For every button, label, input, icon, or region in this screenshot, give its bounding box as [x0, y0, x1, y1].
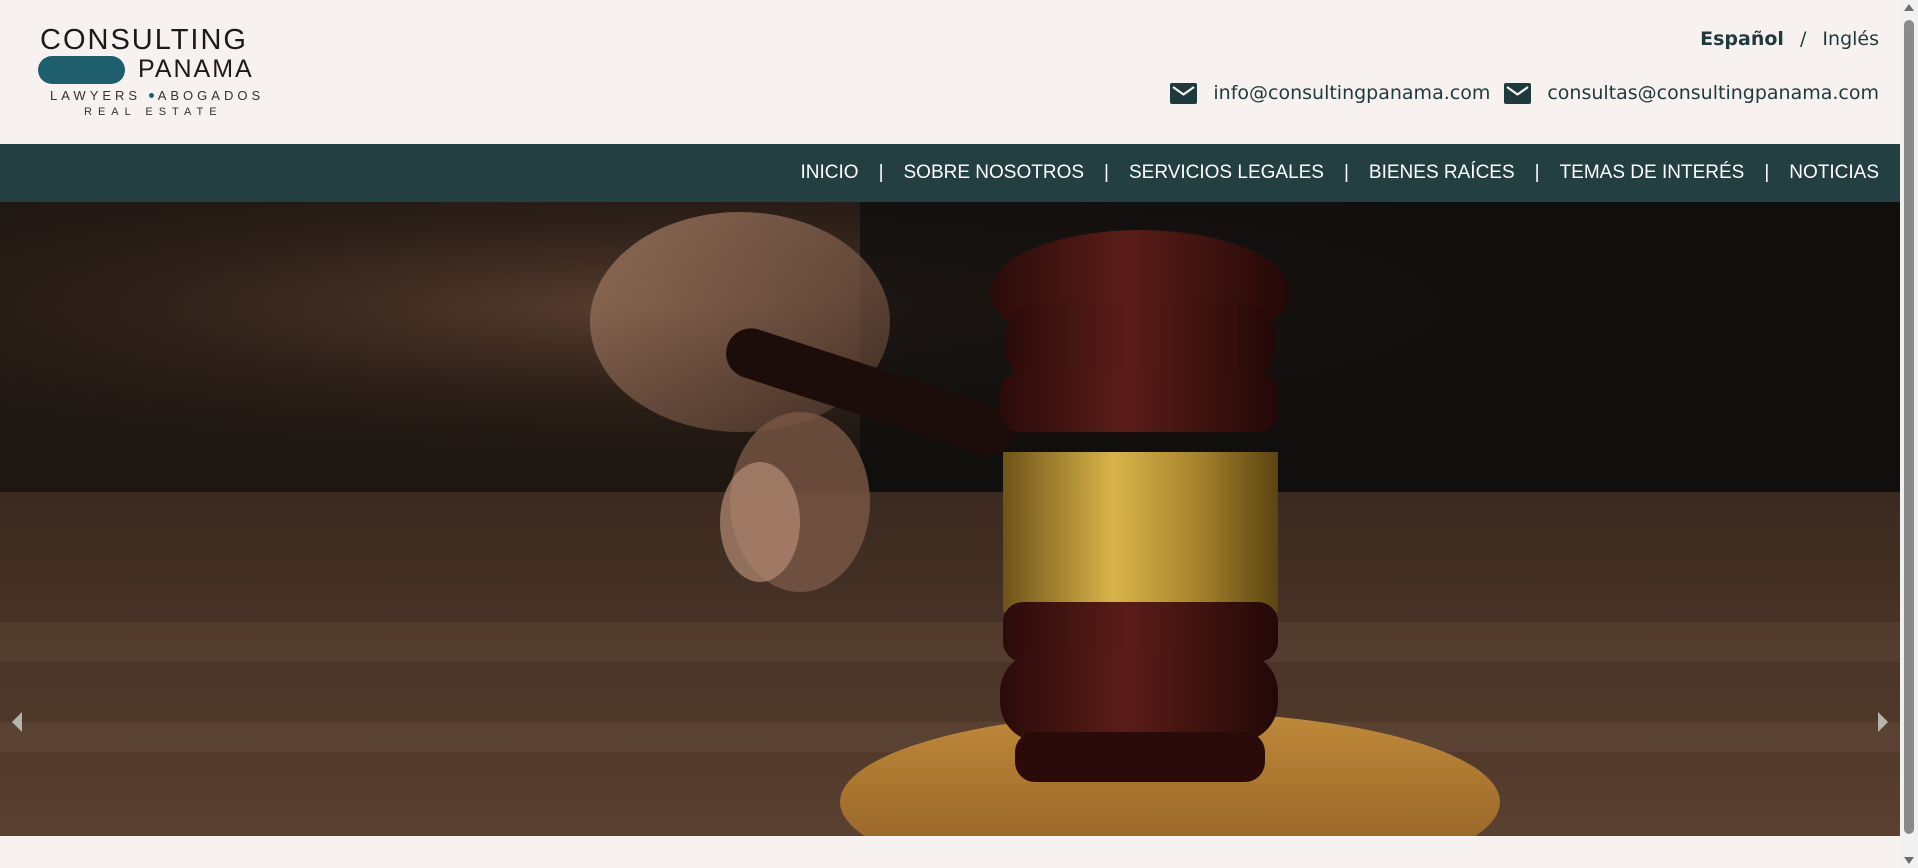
logo-tagline-abogados: ABOGADOS	[157, 88, 265, 103]
logo-pill-shape	[38, 56, 125, 84]
contact-consultas[interactable]: consultas@consultingpanama.com	[1504, 82, 1879, 104]
nav-item-bienes-raices[interactable]: BIENES RAÍCES	[1369, 162, 1515, 184]
logo-text-real-estate: REAL ESTATE	[84, 106, 223, 118]
main-nav: INICIO | SOBRE NOSOTROS | SERVICIOS LEGA…	[801, 144, 1880, 202]
contact-email-consultas[interactable]: consultas@consultingpanama.com	[1547, 82, 1879, 104]
lang-separator: /	[1799, 28, 1807, 50]
logo-text-consulting: CONSULTING	[40, 24, 248, 56]
mail-icon	[1504, 82, 1532, 104]
gavel-photo	[0, 202, 1900, 836]
logo-dot	[148, 93, 154, 99]
nav-item-sobre-nosotros[interactable]: SOBRE NOSOTROS	[904, 162, 1085, 184]
main-nav-bar: INICIO | SOBRE NOSOTROS | SERVICIOS LEGA…	[0, 144, 1900, 202]
nav-separator: |	[1104, 162, 1109, 183]
logo-tagline-lawyers: LAWYERS	[50, 88, 142, 103]
nav-separator: |	[878, 162, 884, 183]
scroll-up-icon[interactable]	[1904, 4, 1914, 11]
arrow-left-icon[interactable]	[12, 712, 22, 732]
contact-info[interactable]: info@consultingpanama.com	[1170, 82, 1490, 104]
nav-separator: |	[1764, 162, 1770, 183]
nav-item-servicios-legales[interactable]: SERVICIOS LEGALES	[1129, 162, 1324, 184]
lang-spanish-link[interactable]: Español	[1700, 28, 1784, 50]
vertical-scrollbar[interactable]	[1900, 0, 1918, 868]
scrollbar-thumb[interactable]	[1904, 20, 1914, 834]
contact-email-info[interactable]: info@consultingpanama.com	[1213, 82, 1490, 104]
nav-separator: |	[1534, 162, 1540, 183]
nav-item-temas-de-interes[interactable]: TEMAS DE INTERÉS	[1560, 162, 1745, 184]
contact-emails: info@consultingpanama.com consultas@cons…	[1156, 82, 1879, 104]
page-bottom-band	[0, 836, 1900, 868]
scroll-down-icon[interactable]	[1904, 857, 1914, 864]
nav-separator: |	[1343, 162, 1349, 183]
nav-item-inicio[interactable]: INICIO	[801, 162, 859, 184]
site-logo[interactable]: CONSULTING PANAMA LAWYERS ABOGADOS REAL …	[38, 26, 278, 122]
page: CONSULTING PANAMA LAWYERS ABOGADOS REAL …	[0, 0, 1900, 868]
arrow-right-icon[interactable]	[1878, 712, 1888, 732]
nav-item-noticias[interactable]: NOTICIAS	[1789, 162, 1879, 184]
logo-text-panama: PANAMA	[138, 55, 254, 83]
lang-english-link[interactable]: Inglés	[1822, 28, 1879, 50]
mail-icon	[1170, 82, 1198, 104]
hero-slider	[0, 202, 1900, 836]
logo-tagline: LAWYERS ABOGADOS	[50, 88, 264, 103]
language-switcher: Español / Inglés	[1700, 28, 1879, 50]
site-header: CONSULTING PANAMA LAWYERS ABOGADOS REAL …	[0, 0, 1900, 144]
